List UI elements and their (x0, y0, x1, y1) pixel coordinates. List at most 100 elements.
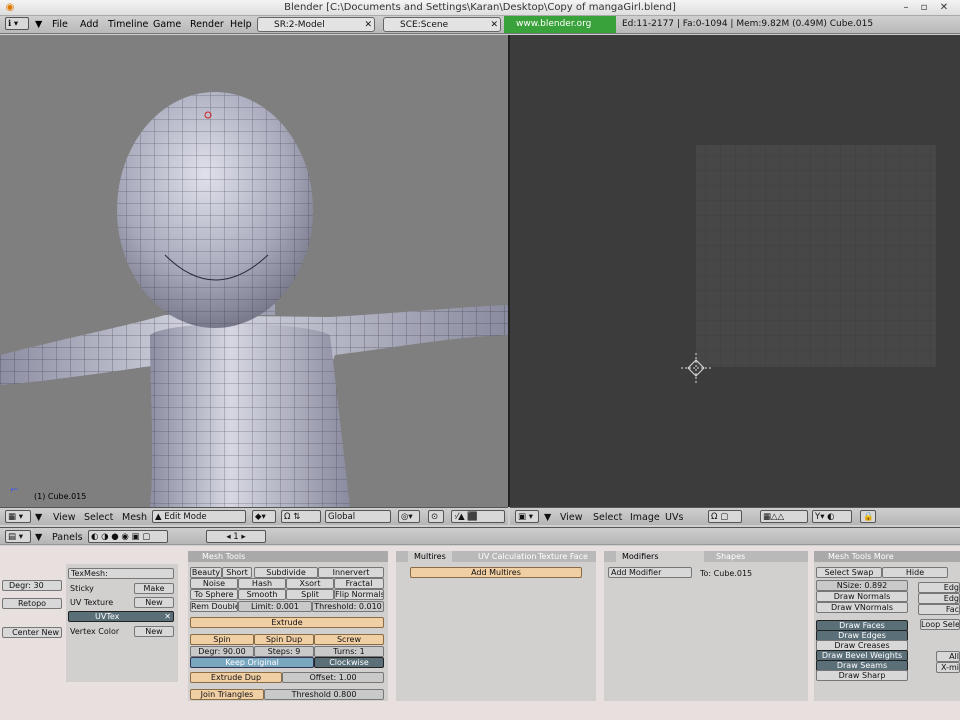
info-window-type-button[interactable]: ℹ ▾ (5, 17, 29, 30)
tab-shapes[interactable]: Shapes (710, 551, 751, 562)
xsort-button[interactable]: Xsort (286, 578, 334, 589)
draw-type-button[interactable]: ◆▾ (252, 510, 276, 523)
header-collapse-icon[interactable]: ▼ (35, 512, 42, 523)
center-new-button[interactable]: Center New (2, 627, 62, 638)
modifier-target-label: To: Cube.015 (700, 569, 753, 578)
retopo-button[interactable]: Retopo (2, 598, 62, 609)
uv-lock-icon[interactable]: 🔒 (860, 510, 876, 523)
join-threshold-field[interactable]: Threshold 0.800 (264, 689, 384, 700)
loop-select-button[interactable]: Loop Selec (920, 619, 960, 630)
tab-texture-face[interactable]: Texture Face (532, 551, 594, 562)
uv-image-editor[interactable] (510, 35, 960, 507)
limit-field[interactable]: Limit: 0.001 (238, 601, 312, 612)
add-modifier-button[interactable]: Add Modifier (608, 567, 692, 578)
offset-field[interactable]: Offset: 1.00 (282, 672, 384, 683)
uvtex-delete-icon[interactable]: ✕ (164, 612, 171, 621)
split-button[interactable]: Split (286, 589, 334, 600)
smooth-button[interactable]: Smooth (238, 589, 286, 600)
add-multires-button[interactable]: Add Multires (410, 567, 582, 578)
uv-menu-uvs[interactable]: UVs (665, 512, 683, 523)
menu-file[interactable]: File (52, 19, 68, 30)
flip-normals-button[interactable]: Flip Normals (334, 589, 384, 600)
context-buttons[interactable]: ◐ ◑ ● ◉ ▣ ▢ (88, 530, 168, 543)
keep-original-toggle[interactable]: Keep Original (190, 657, 314, 668)
tab-modifiers[interactable]: Modifiers (616, 551, 704, 562)
clockwise-toggle[interactable]: Clockwise (314, 657, 384, 668)
steps-field[interactable]: Steps: 9 (254, 646, 314, 657)
menu-add[interactable]: Add (80, 19, 98, 30)
uv-menu-view[interactable]: View (560, 512, 583, 523)
buttons-collapse-icon[interactable]: ▼ (35, 532, 42, 543)
collapse-menu-icon[interactable]: ▼ (35, 19, 42, 30)
menu-help[interactable]: Help (230, 19, 252, 30)
nsize-field[interactable]: NSize: 0.892 (816, 580, 908, 591)
spin-dup-button[interactable]: Spin Dup (254, 634, 314, 645)
to-sphere-button[interactable]: To Sphere (190, 589, 238, 600)
subdivide-button[interactable]: Subdivide (254, 567, 318, 578)
delete-scene-icon[interactable]: ✕ (490, 18, 498, 32)
threshold-field[interactable]: Threshold: 0.010 (312, 601, 384, 612)
texmesh-field[interactable]: TexMesh: (68, 568, 174, 579)
maximize-icon[interactable]: ▫ (916, 2, 932, 14)
face-button[interactable]: Fac (918, 604, 960, 615)
rem-doubles-button[interactable]: Rem Doubles (190, 601, 238, 612)
delete-screen-icon[interactable]: ✕ (364, 18, 372, 32)
uv-editor-type-button[interactable]: ▣ ▾ (515, 510, 539, 523)
spin-button[interactable]: Spin (190, 634, 254, 645)
edge-button-2[interactable]: Edg (918, 593, 960, 604)
hash-button[interactable]: Hash (238, 578, 286, 589)
menu-timeline[interactable]: Timeline (108, 19, 148, 30)
mode-selector[interactable]: ▲ Edit Mode (152, 510, 246, 523)
minimize-icon[interactable]: – (898, 2, 914, 14)
view3d-menu-select[interactable]: Select (84, 512, 113, 523)
uv-texture-new-button[interactable]: New (134, 597, 174, 608)
select-mode-buttons[interactable]: ·⁄▲ ⬛ (451, 510, 505, 523)
screw-button[interactable]: Screw (314, 634, 384, 645)
pivot-button[interactable]: Ω ⇅ (281, 510, 321, 523)
editor-type-button[interactable]: ▦ ▾ (5, 510, 31, 523)
uv-header-collapse-icon[interactable]: ▼ (544, 512, 551, 523)
select-swap-button[interactable]: Select Swap (816, 567, 882, 578)
join-triangles-button[interactable]: Join Triangles (190, 689, 264, 700)
scene-selector[interactable]: SCE:Scene ✕ (383, 17, 501, 32)
menu-render[interactable]: Render (190, 19, 224, 30)
menu-game[interactable]: Game (153, 19, 181, 30)
3d-viewport[interactable]: ⌐ (1) Cube.015 (0, 35, 508, 507)
tab-multires[interactable]: Multires (408, 551, 452, 562)
uv-menu-image[interactable]: Image (630, 512, 660, 523)
noise-button[interactable]: Noise (190, 578, 238, 589)
draw-sharp-toggle[interactable]: Draw Sharp (816, 670, 908, 681)
frame-field[interactable]: ◂ 1 ▸ (206, 530, 266, 543)
draw-normals-toggle[interactable]: Draw Normals (816, 591, 908, 602)
extrude-button[interactable]: Extrude (190, 617, 384, 628)
close-icon[interactable]: ✕ (936, 2, 952, 14)
layer-icon[interactable]: ◎▾ (398, 510, 420, 523)
view3d-menu-mesh[interactable]: Mesh (122, 512, 147, 523)
hide-button[interactable]: Hide (882, 567, 948, 578)
blender-url-badge[interactable]: www.blender.org 249.2 (504, 16, 616, 46)
extrude-dup-button[interactable]: Extrude Dup (190, 672, 282, 683)
beauty-toggle[interactable]: Beauty (190, 567, 222, 578)
sticky-make-button[interactable]: Make (134, 583, 174, 594)
uv-menu-select[interactable]: Select (593, 512, 622, 523)
short-toggle[interactable]: Short (222, 567, 252, 578)
all-button[interactable]: All (936, 651, 960, 662)
turns-field[interactable]: Turns: 1 (314, 646, 384, 657)
vertex-color-new-button[interactable]: New (134, 626, 174, 637)
uv-sticky-button[interactable]: Y▾ ◐ (812, 510, 852, 523)
buttons-editor-type-button[interactable]: ▤ ▾ (5, 530, 31, 543)
orientation-selector[interactable]: Global (325, 510, 391, 523)
uv-pivot-button[interactable]: Ω ▢ (708, 510, 742, 523)
x-mirror-button[interactable]: X-mi (936, 662, 960, 673)
fractal-button[interactable]: Fractal (334, 578, 384, 589)
edge-button-1[interactable]: Edg (918, 582, 960, 593)
uvtex-layer[interactable]: UVTex ✕ (68, 611, 174, 622)
screen-selector[interactable]: SR:2-Model ✕ (257, 17, 375, 32)
degr-spin-field[interactable]: Degr: 90.00 (190, 646, 254, 657)
innervert-toggle[interactable]: Innervert (318, 567, 384, 578)
uv-select-mode-buttons[interactable]: ▦△△ (760, 510, 808, 523)
view3d-menu-view[interactable]: View (53, 512, 76, 523)
degr-field[interactable]: Degr: 30 (2, 580, 62, 591)
proportional-icon[interactable]: ⊙ (428, 510, 444, 523)
draw-vnormals-toggle[interactable]: Draw VNormals (816, 602, 908, 613)
